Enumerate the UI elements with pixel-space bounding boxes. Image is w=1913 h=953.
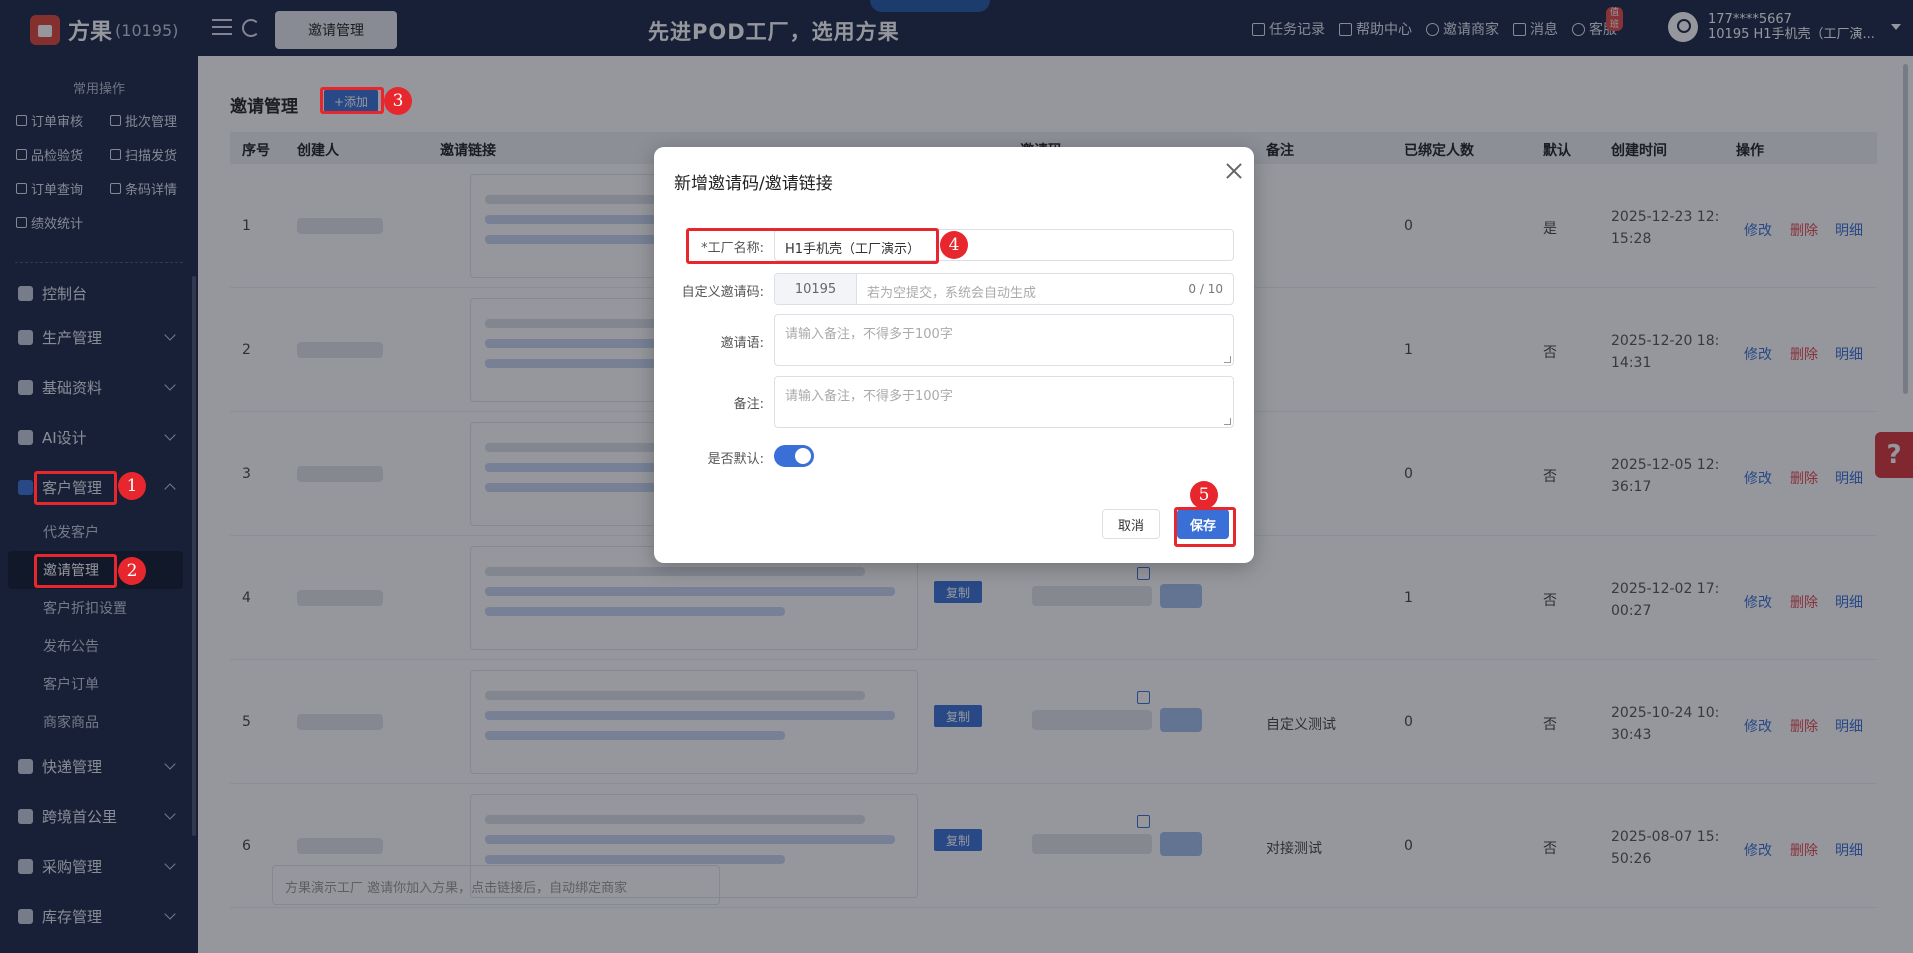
close-icon[interactable]	[1226, 163, 1242, 179]
greeting-textarea[interactable]: 请输入备注，不得多于100字	[774, 314, 1234, 366]
annotation-number: 4	[940, 231, 968, 259]
annotation-number: 3	[384, 87, 412, 115]
resize-handle[interactable]	[1224, 356, 1231, 363]
resize-handle[interactable]	[1224, 418, 1231, 425]
annotation-number: 1	[118, 472, 146, 500]
invite-code-label: 自定义邀请码:	[681, 285, 764, 300]
char-counter: 0 / 10	[1188, 282, 1223, 296]
invite-code-prefix: 10195	[775, 274, 857, 304]
annotation-highlight	[34, 554, 117, 588]
annotation-highlight	[34, 471, 117, 505]
annotation-highlight	[1174, 507, 1236, 547]
cancel-button[interactable]: 取消	[1102, 509, 1160, 539]
remark-placeholder: 请输入备注，不得多于100字	[785, 389, 953, 404]
remark-label: 备注:	[733, 397, 764, 412]
annotation-number: 2	[118, 557, 146, 585]
add-invite-modal: 新增邀请码/邀请链接 *工厂名称: H1手机壳（工厂演示） 自定义邀请码: 10…	[654, 147, 1254, 563]
invite-code-placeholder: 若为空提交，系统会自动生成	[867, 286, 1037, 301]
default-label: 是否默认:	[707, 452, 764, 467]
default-toggle[interactable]	[774, 445, 814, 467]
modal-title: 新增邀请码/邀请链接	[674, 174, 833, 194]
annotation-highlight	[320, 87, 384, 114]
greeting-label: 邀请语:	[720, 336, 764, 351]
annotation-number: 5	[1190, 481, 1218, 509]
annotation-highlight	[686, 228, 939, 264]
greeting-placeholder: 请输入备注，不得多于100字	[785, 327, 953, 342]
invite-code-field[interactable]: 10195 若为空提交，系统会自动生成 0 / 10	[774, 273, 1234, 305]
remark-textarea[interactable]: 请输入备注，不得多于100字	[774, 376, 1234, 428]
